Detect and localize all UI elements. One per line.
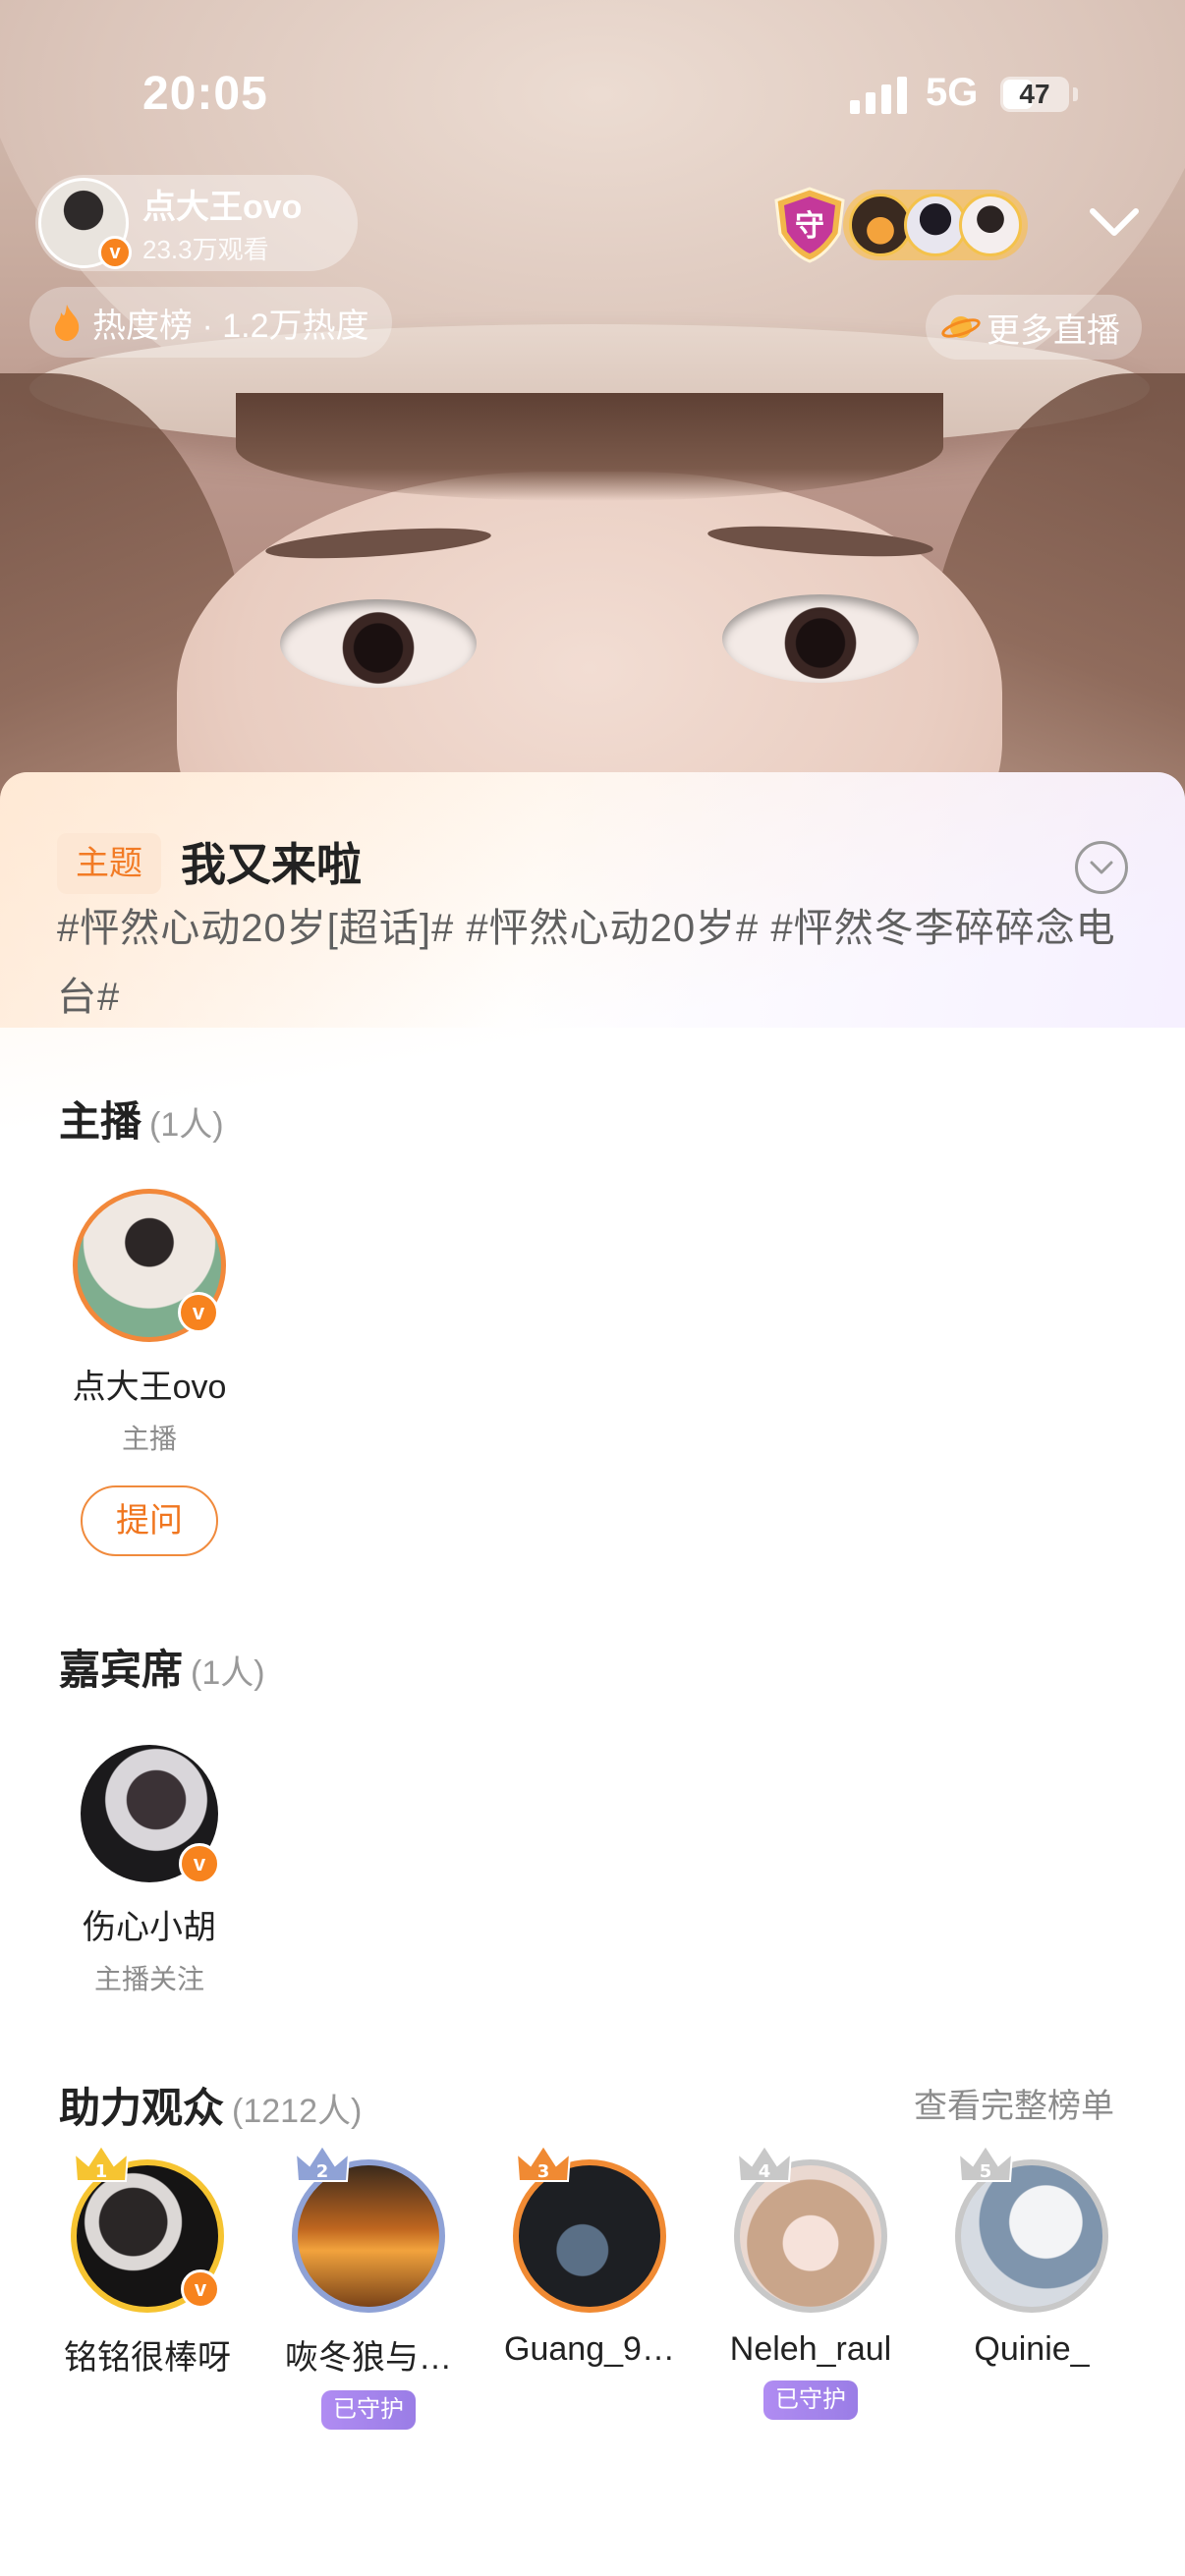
top-fan-avatar[interactable]	[849, 194, 912, 256]
guests-count: (1人)	[191, 1654, 265, 1692]
host-avatar[interactable]: v	[38, 178, 132, 269]
guest-card[interactable]: v 伤心小胡 主播关注	[51, 1745, 248, 1997]
chevron-down-icon[interactable]	[1087, 201, 1142, 241]
supporter-name: Neleh_raul	[729, 2330, 892, 2368]
flame-icon	[55, 305, 80, 341]
video-eye-left	[280, 599, 477, 688]
hosts-section-title: 主播 (1人)	[59, 1089, 224, 1148]
guests-section-title: 嘉宾席 (1人)	[59, 1637, 265, 1697]
supporter-card[interactable]: 1 v 铭铭很棒呀	[49, 2144, 246, 2379]
supporter-card[interactable]: 5 Quinie_	[933, 2144, 1130, 2369]
video-eye-right	[722, 594, 919, 683]
network-type: 5G	[926, 71, 979, 114]
viewer-count: 23.3万观看	[142, 235, 269, 264]
guard-label: 守	[795, 209, 824, 244]
supporter-name: Quinie_	[974, 2330, 1090, 2368]
host-info-pill[interactable]: v 点大王ovo 23.3万观看	[35, 175, 358, 271]
topic-tag: 主题	[57, 833, 161, 894]
verified-icon: v	[179, 1843, 220, 1884]
supporter-avatar[interactable]: 1 v	[71, 2144, 224, 2313]
more-live-label: 更多直播	[987, 311, 1120, 350]
rank-number: 2	[316, 2161, 329, 2182]
status-bar: 20:05 5G 47	[0, 0, 1185, 187]
supporter-name: 铭铭很棒呀	[64, 2339, 231, 2377]
rank-number: 5	[980, 2161, 992, 2182]
supporter-card[interactable]: 2 咴冬狼与… 已守护	[270, 2144, 467, 2430]
guests-title: 嘉宾席	[59, 1647, 184, 1693]
guest-card-avatar[interactable]: v	[81, 1745, 220, 1884]
top-fan-avatar[interactable]	[904, 194, 967, 256]
host-card-name: 点大王ovo	[72, 1369, 227, 1406]
rank-crown-icon: 1	[73, 2144, 130, 2182]
guarded-badge: 已守护	[321, 2390, 416, 2430]
rank-crown-icon: 3	[515, 2144, 572, 2182]
hosts-title: 主播	[59, 1098, 142, 1145]
status-time: 20:05	[142, 68, 268, 120]
heat-rank-text: 热度榜 · 1.2万热度	[92, 307, 369, 345]
verified-icon: v	[178, 1292, 219, 1333]
host-name: 点大王ovo	[142, 189, 303, 226]
rank-crown-icon: 5	[957, 2144, 1014, 2182]
host-card-role: 主播	[121, 1424, 177, 1454]
planet-icon	[941, 316, 981, 338]
supporter-card[interactable]: 4 Neleh_raul 已守护	[712, 2144, 909, 2420]
host-card-avatar[interactable]: v	[73, 1189, 226, 1342]
supporter-avatar[interactable]: 3	[513, 2144, 666, 2313]
hosts-count: (1人)	[149, 1106, 224, 1144]
more-live-button[interactable]: 更多直播	[926, 295, 1142, 360]
rank-number: 1	[95, 2161, 108, 2182]
rank-number: 3	[537, 2161, 550, 2182]
supporter-card[interactable]: 3 Guang_9…	[491, 2144, 688, 2369]
supporters-section-title: 助力观众 (1212人)	[59, 2075, 362, 2135]
top-fan-avatar[interactable]	[959, 194, 1022, 256]
heat-rank-pill[interactable]: 热度榜 · 1.2万热度	[29, 287, 393, 358]
guard-shield-icon[interactable]: 守	[766, 185, 853, 265]
verified-icon: v	[98, 236, 132, 269]
battery-icon: 47	[1000, 77, 1069, 112]
supporters-title: 助力观众	[59, 2085, 225, 2131]
live-info-sheet: 主题 我又来啦 #怦然心动20岁[超话]# #怦然心动20岁# #怦然冬李碎碎念…	[0, 772, 1185, 2576]
rank-crown-icon: 4	[736, 2144, 793, 2182]
signal-icon	[850, 77, 907, 114]
supporter-name: 咴冬狼与…	[285, 2339, 452, 2377]
topic-title: 我又来啦	[181, 839, 362, 890]
rank-number: 4	[759, 2161, 771, 2182]
supporter-name: Guang_9…	[504, 2330, 675, 2368]
rank-crown-icon: 2	[294, 2144, 351, 2182]
battery-level: 47	[1019, 79, 1050, 109]
ask-question-button[interactable]: 提问	[81, 1485, 218, 1556]
video-bangs	[236, 393, 943, 501]
supporter-avatar[interactable]: 2	[292, 2144, 445, 2313]
verified-icon: v	[181, 2269, 220, 2309]
topic-hashtags[interactable]: #怦然心动20岁[超话]# #怦然心动20岁# #怦然冬李碎碎念电台#	[57, 894, 1128, 1032]
chevron-down-small-icon	[1090, 861, 1113, 874]
collapse-button[interactable]	[1075, 841, 1128, 894]
guarded-badge: 已守护	[763, 2380, 858, 2420]
view-full-list-link[interactable]: 查看完整榜单	[914, 2079, 1114, 2127]
supporter-avatar[interactable]: 4	[734, 2144, 887, 2313]
supporters-count: (1212人)	[232, 2093, 363, 2130]
guard-ranking[interactable]: 守	[766, 185, 1028, 265]
top-fans-avatars[interactable]	[843, 190, 1028, 260]
battery-tip	[1073, 87, 1078, 101]
supporter-avatar[interactable]: 5	[955, 2144, 1108, 2313]
guest-card-name: 伤心小胡	[83, 1909, 216, 1946]
guest-card-role: 主播关注	[93, 1964, 204, 1994]
host-card[interactable]: v 点大王ovo 主播	[51, 1189, 248, 1457]
